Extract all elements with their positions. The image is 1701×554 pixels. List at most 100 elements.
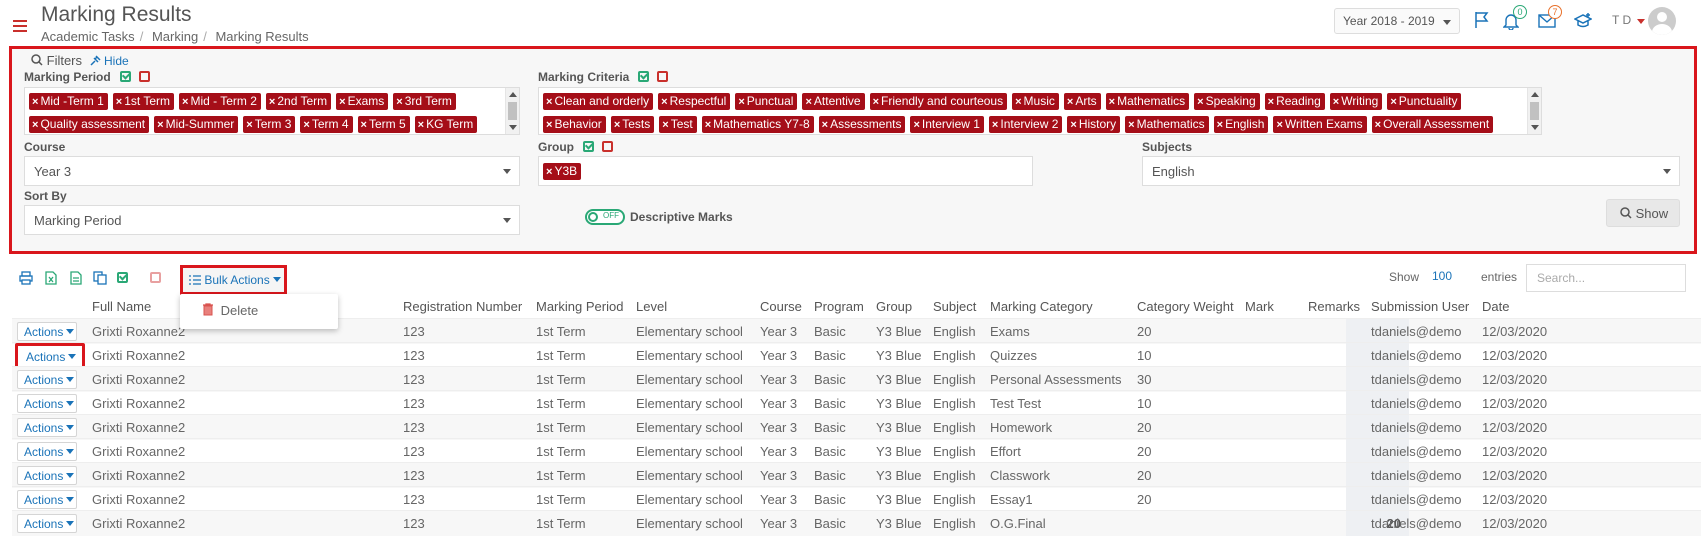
remove-tag-icon[interactable]: × [418,119,424,131]
select-all-checkbox-icon[interactable] [119,71,131,82]
deselect-all-checkbox-icon[interactable] [657,71,669,82]
breadcrumb-academic-tasks[interactable]: Academic Tasks [41,29,135,44]
row-actions-button[interactable]: Actions [17,514,77,533]
filter-tag[interactable]: × 3rd Term [393,93,456,110]
remove-tag-icon[interactable]: × [546,166,552,178]
filter-tag[interactable]: × History [1067,116,1121,133]
marking-criteria-tags[interactable]: × Clean and orderly × Respectful × Punctual × A… [538,87,1542,135]
filter-tag[interactable]: × Speaking [1194,93,1260,110]
filter-tag[interactable]: × Music [1012,93,1059,110]
filter-tag[interactable]: × Punctual [735,93,798,110]
row-actions-button[interactable]: Actions [17,490,77,509]
filter-tag[interactable]: × Clean and orderly [543,93,654,110]
filter-tag[interactable]: × Quality assessment [29,116,150,133]
remove-tag-icon[interactable]: × [339,96,345,108]
remove-tag-icon[interactable]: × [396,96,402,108]
filter-tag[interactable]: × Writing [1329,93,1383,110]
remove-tag-icon[interactable]: × [361,119,367,131]
filter-tag[interactable]: × Test [659,116,697,133]
column-header-program[interactable]: Program [814,299,864,314]
remove-tag-icon[interactable]: × [246,119,252,131]
remove-tag-icon[interactable]: × [1375,119,1381,131]
remove-tag-icon[interactable]: × [873,96,879,108]
row-actions-button[interactable]: Actions [17,394,77,413]
column-header-remarks[interactable]: Remarks [1308,299,1360,314]
remove-tag-icon[interactable]: × [1333,96,1339,108]
year-select[interactable]: Year 2018 - 2019 [1334,8,1460,34]
filter-tag[interactable]: × 1st Term [112,93,175,110]
scrollbar[interactable] [505,88,519,134]
excel-icon[interactable] [45,271,57,285]
group-tags[interactable]: × Y3B [538,156,1033,186]
descriptive-marks-toggle[interactable]: OFF [585,209,625,225]
remove-tag-icon[interactable]: × [303,119,309,131]
csv-icon[interactable] [70,271,82,285]
bulk-actions-button[interactable]: Bulk Actions [180,265,287,295]
filter-tag[interactable]: × Written Exams [1273,116,1367,133]
remove-tag-icon[interactable]: × [1109,96,1115,108]
filter-tag[interactable]: × Mid -Term 1 [29,93,108,110]
remove-tag-icon[interactable]: × [32,96,38,108]
filter-tag[interactable]: × Term 5 [357,116,410,133]
filter-tag[interactable]: × Y3B [543,163,582,180]
print-icon[interactable] [19,271,33,285]
row-actions-button[interactable]: Actions [17,466,77,485]
user-initials[interactable]: T D [1612,13,1631,27]
deselect-all-checkbox-icon[interactable] [138,71,150,82]
remove-tag-icon[interactable]: × [992,119,998,131]
remove-tag-icon[interactable]: × [805,96,811,108]
filter-tag[interactable]: × Interview 1 [910,116,984,133]
remove-tag-icon[interactable]: × [1128,119,1134,131]
delete-menu-item[interactable]: Delete [202,303,258,318]
remove-tag-icon[interactable]: × [1268,96,1274,108]
remove-tag-icon[interactable]: × [662,119,668,131]
filter-tag[interactable]: × Mathematics [1105,93,1190,110]
row-actions-button[interactable]: Actions [17,370,77,389]
filter-tag[interactable]: × Arts [1063,93,1101,110]
filter-tag[interactable]: × Exams [336,93,389,110]
remove-tag-icon[interactable]: × [269,96,275,108]
filter-tag[interactable]: × English [1213,116,1269,133]
remove-tag-icon[interactable]: × [1197,96,1203,108]
filter-tag[interactable]: × Attentive [802,93,865,110]
filter-tag[interactable]: × Interview 2 [988,116,1063,133]
filter-tag[interactable]: × Respectful [658,93,731,110]
remove-tag-icon[interactable]: × [1276,119,1282,131]
filter-tag[interactable]: × Mathematics [1125,116,1209,133]
deselect-all-checkbox-icon[interactable] [602,141,613,152]
sort-by-select[interactable]: Marking Period [24,205,520,235]
column-header-user[interactable]: Submission User [1371,299,1469,314]
show-button[interactable]: Show [1606,199,1680,227]
remove-tag-icon[interactable]: × [1015,96,1021,108]
column-header-name[interactable]: Full Name [92,299,151,314]
remove-tag-icon[interactable]: × [661,96,667,108]
remove-tag-icon[interactable]: × [546,96,552,108]
copy-icon[interactable] [93,271,107,285]
filter-tag[interactable]: × Punctuality [1387,93,1462,110]
filter-tag[interactable]: × Friendly and courteous [869,93,1008,110]
subjects-select[interactable]: English [1142,156,1680,186]
marking-period-tags[interactable]: × Mid -Term 1 × 1st Term × Mid - Term 2 × 2nd T… [24,87,520,135]
school-icon[interactable] [1574,12,1592,30]
row-actions-button[interactable]: Actions [17,418,77,437]
column-header-reg[interactable]: Registration Number [403,299,522,314]
filter-tag[interactable]: × Mid-Summer [154,116,239,133]
select-all-checkbox-icon[interactable] [638,71,650,82]
column-header-level[interactable]: Level [636,299,667,314]
flag-icon[interactable] [1474,11,1490,29]
row-actions-button[interactable]: Actions [17,442,77,461]
select-all-rows-icon[interactable] [117,272,128,283]
remove-tag-icon[interactable]: × [614,119,620,131]
remove-tag-icon[interactable]: × [738,96,744,108]
column-header-weight[interactable]: Category Weight [1137,299,1234,314]
filter-tag[interactable]: × Mathematics Y7-8 [701,116,814,133]
column-header-course[interactable]: Course [760,299,802,314]
remove-tag-icon[interactable]: × [182,96,188,108]
avatar[interactable] [1648,7,1676,35]
remove-tag-icon[interactable]: × [822,119,828,131]
filter-tag[interactable]: × Reading [1264,93,1325,110]
filter-tag[interactable]: × Term 4 [300,116,353,133]
remove-tag-icon[interactable]: × [116,96,122,108]
filter-tag[interactable]: × Overall Assessment [1371,116,1494,133]
menu-icon[interactable] [13,20,27,32]
